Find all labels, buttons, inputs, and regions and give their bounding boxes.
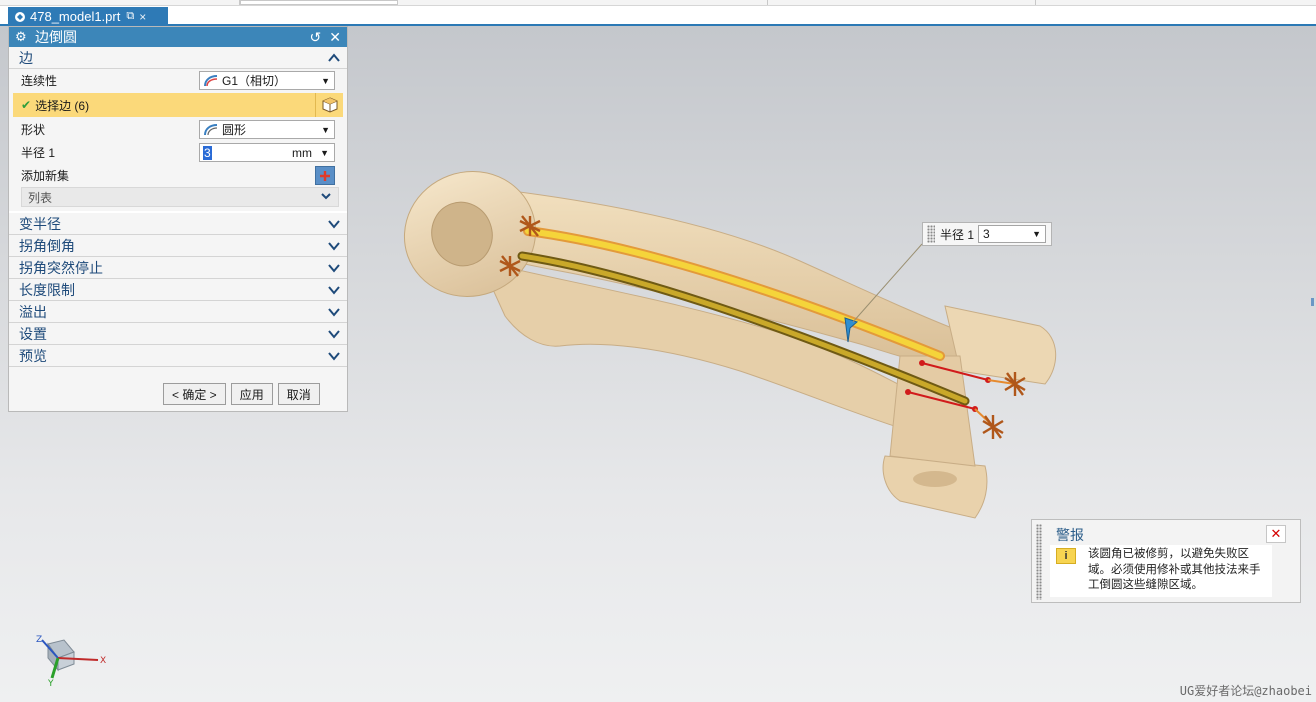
close-tab-icon[interactable]: × — [139, 10, 146, 24]
continuity-select[interactable]: G1（相切） ▼ — [199, 71, 335, 90]
section-variable-radius-title: 变半径 — [19, 215, 61, 232]
toolbar-segment — [768, 0, 1036, 5]
z-axis-label: Z — [36, 635, 42, 645]
continuity-value: G1（相切） — [222, 74, 287, 88]
tab-478-model1[interactable]: 478_model1.prt ⧉ × — [8, 7, 168, 26]
chevron-down-icon[interactable] — [320, 190, 332, 205]
add-new-set-button[interactable] — [315, 166, 335, 185]
radius-float-label[interactable]: 半径 1 3 ▼ — [922, 222, 1052, 246]
document-tab-bar: 478_model1.prt ⧉ × — [0, 6, 1316, 26]
section-corner-setback-title: 拐角倒角 — [19, 237, 75, 254]
circular-shape-icon — [204, 123, 218, 136]
radius-value: 3 — [203, 145, 212, 160]
select-edges-button[interactable] — [315, 93, 343, 117]
section-corner-setback[interactable]: 拐角倒角 — [9, 235, 347, 257]
chevron-down-icon[interactable]: ▼ — [321, 76, 330, 86]
apply-button[interactable]: 应用 — [230, 383, 273, 405]
trim-point — [905, 389, 911, 395]
chevron-down-icon[interactable]: ▼ — [320, 148, 329, 158]
edge-marker-icon — [982, 415, 1004, 439]
continuity-row: 连续性 G1（相切） ▼ — [9, 69, 347, 92]
chevron-down-icon[interactable]: ▼ — [321, 125, 330, 135]
section-overflow[interactable]: 溢出 — [9, 301, 347, 323]
watermark: UG爱好者论坛@zhaobei — [1179, 684, 1312, 698]
section-preview[interactable]: 预览 — [9, 345, 347, 367]
ok-button[interactable]: < 确定 > — [163, 383, 226, 405]
close-alert-icon[interactable]: ✕ — [1266, 525, 1286, 543]
cancel-button[interactable]: 取消 — [277, 383, 320, 405]
section-stop-short-of-corner[interactable]: 拐角突然停止 — [9, 257, 347, 279]
chevron-down-icon[interactable] — [327, 239, 341, 253]
section-edge-title: 边 — [19, 49, 33, 66]
alert-panel: 警报 ✕ i 该圆角已被修剪，以避免失败区域。必须使用修补或其他技法来手工倒圆这… — [1031, 519, 1301, 603]
toolbar-segment — [0, 0, 240, 5]
alert-body: i 该圆角已被修剪，以避免失败区域。必须使用修补或其他技法来手工倒圆这些缝隙区域… — [1050, 545, 1272, 597]
section-length-limit[interactable]: 长度限制 — [9, 279, 347, 301]
chevron-down-icon[interactable] — [327, 283, 341, 297]
trim-point — [919, 360, 925, 366]
section-variable-radius[interactable]: 变半径 — [9, 213, 347, 235]
edge-blend-dialog: ⚙ 边倒圆 ↺ ✕ 边 连续性 G1（相切） ▼ ✔ 选择边 (6) 形状 圆形… — [8, 26, 348, 412]
part-file-icon — [14, 11, 26, 23]
drag-grip-icon[interactable] — [1036, 524, 1042, 600]
list-section-header[interactable]: 列表 — [21, 187, 339, 207]
info-icon: i — [1056, 548, 1076, 564]
radius-row: 半径 1 3 mm ▼ — [9, 141, 347, 164]
toolbar-field[interactable] — [240, 0, 398, 5]
shape-label: 形状 — [21, 123, 46, 137]
right-lower-hole — [913, 471, 957, 487]
radius-label: 半径 1 — [21, 146, 56, 160]
chevron-down-icon[interactable] — [327, 327, 341, 341]
chevron-up-icon[interactable] — [327, 51, 341, 65]
dialog-title-bar[interactable]: ⚙ 边倒圆 ↺ ✕ — [9, 27, 347, 47]
alert-message: 该圆角已被修剪，以避免失败区域。必须使用修补或其他技法来手工倒圆这些缝隙区域。 — [1088, 548, 1261, 591]
collapsed-sections: 变半径 拐角倒角 拐角突然停止 长度限制 溢出 设置 预览 — [9, 211, 347, 367]
chevron-down-icon[interactable] — [327, 261, 341, 275]
shape-row: 形状 圆形 ▼ — [9, 118, 347, 141]
radius-float-value: 3 — [983, 227, 990, 241]
add-new-set-row: 添加新集 — [9, 164, 347, 187]
list-label: 列表 — [28, 190, 53, 205]
radius-unit: mm — [292, 145, 312, 160]
section-settings-title: 设置 — [19, 325, 47, 342]
gear-icon[interactable]: ⚙ — [15, 29, 29, 45]
coordinate-triad: Z X Y — [36, 635, 106, 689]
section-settings[interactable]: 设置 — [9, 323, 347, 345]
add-icon — [320, 170, 330, 181]
add-new-set-label: 添加新集 — [21, 169, 70, 183]
dialog-title: 边倒圆 — [35, 29, 77, 45]
drag-grip-icon[interactable] — [927, 225, 935, 243]
check-icon: ✔ — [21, 98, 32, 112]
radius-float-label-text: 半径 1 — [940, 227, 975, 242]
section-length-limit-title: 长度限制 — [19, 281, 75, 298]
y-axis-label: Y — [47, 679, 54, 689]
section-stop-short-title: 拐角突然停止 — [19, 259, 103, 276]
continuity-icon — [204, 74, 218, 87]
dialog-button-bar: < 确定 > 应用 取消 — [163, 383, 320, 405]
chevron-down-icon[interactable] — [327, 217, 341, 231]
close-icon[interactable]: ✕ — [329, 29, 341, 46]
radius-float-input[interactable]: 3 ▼ — [978, 225, 1047, 243]
tab-title: 478_model1.prt — [30, 9, 121, 24]
shape-value: 圆形 — [222, 123, 247, 137]
alert-title: 警报 — [1056, 527, 1084, 543]
chevron-down-icon[interactable]: ▼ — [1032, 229, 1041, 239]
continuity-label: 连续性 — [21, 74, 58, 88]
pin-icon[interactable]: ⧉ — [126, 10, 134, 23]
shape-select[interactable]: 圆形 ▼ — [199, 120, 335, 139]
chevron-down-icon[interactable] — [327, 349, 341, 363]
toolbar-segment — [398, 0, 768, 5]
section-preview-title: 预览 — [19, 347, 47, 364]
radius-input[interactable]: 3 mm ▼ — [199, 143, 335, 162]
viewport-edge-marker — [1311, 298, 1314, 306]
reset-icon[interactable]: ↺ — [310, 29, 322, 46]
section-overflow-title: 溢出 — [19, 303, 47, 320]
select-edges-row[interactable]: ✔ 选择边 (6) — [13, 93, 343, 117]
section-edge-header[interactable]: 边 — [9, 47, 347, 69]
chevron-down-icon[interactable] — [327, 305, 341, 319]
select-edges-label: 选择边 (6) — [35, 98, 90, 113]
x-axis-label: X — [100, 656, 106, 666]
cube-icon — [322, 97, 337, 113]
